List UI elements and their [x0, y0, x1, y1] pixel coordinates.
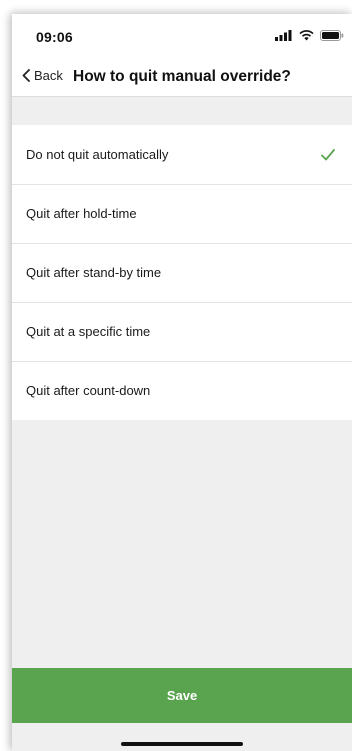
option-label: Quit after stand-by time	[26, 265, 162, 280]
status-time: 09:06	[36, 29, 73, 45]
page-title: How to quit manual override?	[73, 68, 291, 85]
navigation-bar: Back How to quit manual override?	[12, 60, 352, 96]
status-bar: 09:06	[12, 14, 352, 60]
wifi-icon	[299, 30, 314, 41]
cellular-signal-icon	[275, 30, 292, 41]
phone-screen: 09:06 Back How to quit manual override? …	[12, 14, 352, 751]
back-label: Back	[34, 68, 63, 83]
option-label: Quit at a specific time	[26, 324, 151, 339]
back-button[interactable]: Back	[22, 68, 63, 83]
nav-divider	[12, 96, 352, 97]
option-label: Quit after count-down	[26, 383, 151, 398]
checkmark-icon	[321, 148, 335, 160]
option-quit-after-hold-time[interactable]: Quit after hold-time	[12, 184, 352, 243]
option-quit-after-count-down[interactable]: Quit after count-down	[12, 361, 352, 420]
option-quit-after-stand-by-time[interactable]: Quit after stand-by time	[12, 243, 352, 302]
chevron-left-icon	[22, 69, 30, 82]
save-button[interactable]: Save	[12, 668, 352, 723]
option-quit-at-specific-time[interactable]: Quit at a specific time	[12, 302, 352, 361]
option-do-not-quit-automatically[interactable]: Do not quit automatically	[12, 125, 352, 184]
option-label: Do not quit automatically	[26, 147, 169, 162]
battery-icon	[320, 30, 344, 41]
quit-options-list: Do not quit automatically Quit after hol…	[12, 125, 352, 420]
home-indicator[interactable]	[121, 742, 243, 746]
status-icons	[275, 30, 344, 41]
option-label: Quit after hold-time	[26, 206, 137, 221]
